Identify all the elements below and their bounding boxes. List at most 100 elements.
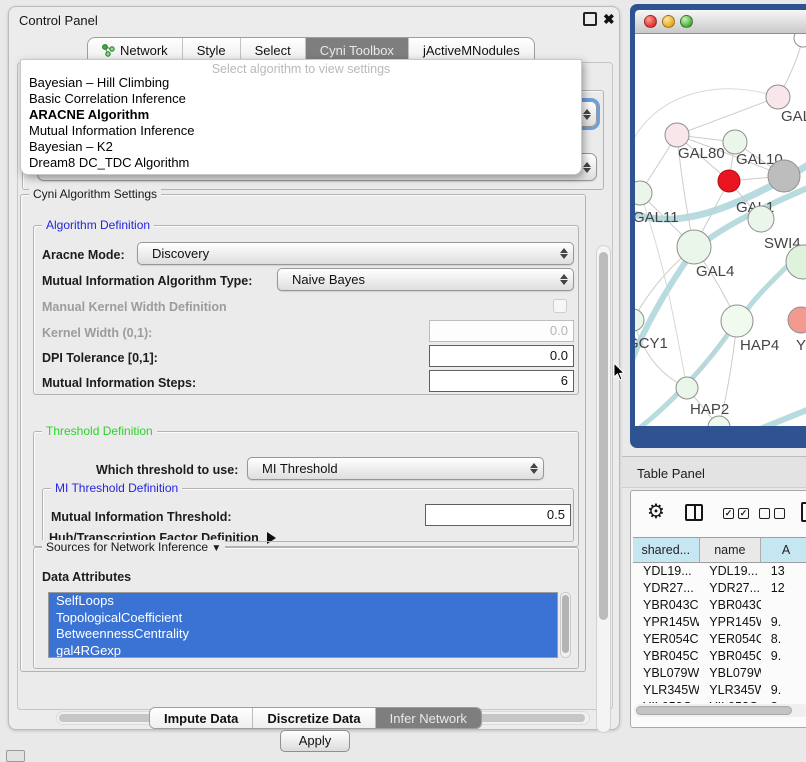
list-item[interactable]: BetweennessCentrality: [49, 626, 557, 643]
list-item[interactable]: SelfLoops: [49, 593, 557, 610]
table-row[interactable]: YDR27...YDR27...12: [633, 580, 806, 597]
network-view-window: GAL2GAL80GAL10GAL1GAL11SWI4GAL4GCY1HAP4Y…: [630, 4, 806, 448]
dropdown-item[interactable]: Bayesian – K2: [21, 139, 581, 155]
tab-label: Select: [255, 43, 291, 58]
table-row[interactable]: YLR345WYLR345W9.: [633, 682, 806, 699]
list-scrollbar[interactable]: [560, 592, 571, 658]
minimize-traffic-light[interactable]: [662, 15, 675, 28]
tab-infer-network[interactable]: Infer Network: [376, 708, 481, 728]
network-node-gal4[interactable]: [677, 230, 711, 264]
network-node-swi4[interactable]: [748, 206, 774, 232]
apply-button[interactable]: Apply: [280, 730, 350, 752]
sources-group: Sources for Network Inference ▼ Data Att…: [33, 547, 579, 669]
float-window-icon[interactable]: [583, 12, 597, 26]
mi-steps-field[interactable]: 6: [429, 370, 574, 392]
collapsed-panel-icon[interactable]: [6, 750, 25, 762]
combo-stepper-icon: [525, 463, 543, 474]
table-horizontal-scrollbar[interactable]: [634, 704, 806, 717]
column-header[interactable]: shared...: [633, 538, 700, 562]
network-node-gal11[interactable]: [635, 181, 652, 205]
algorithm-definition-group: Algorithm Definition Aracne Mode: Discov…: [33, 225, 579, 395]
mi-steps-label: Mutual Information Steps:: [42, 376, 196, 390]
zoom-traffic-light[interactable]: [680, 15, 693, 28]
algorithm-dropdown-list: Select algorithm to view settings Bayesi…: [20, 59, 582, 175]
dropdown-item[interactable]: Bayesian – Hill Climbing: [21, 75, 581, 91]
panel-title: Control Panel: [19, 13, 98, 28]
tab-label: Style: [197, 43, 226, 58]
deselect-all-checkbox-icon[interactable]: [759, 508, 770, 519]
table-row[interactable]: YBR045CYBR045C9.: [633, 648, 806, 665]
network-node-gal2[interactable]: [766, 85, 790, 109]
column-header[interactable]: A: [761, 538, 806, 562]
tab-discretize-data[interactable]: Discretize Data: [253, 708, 375, 728]
select-all-checkbox-icon[interactable]: ✓: [738, 508, 749, 519]
scrollbar-thumb[interactable]: [562, 595, 569, 653]
control-panel-titlebar: Control Panel ✖: [9, 7, 619, 33]
network-edge[interactable]: [635, 89, 778, 149]
scrollbar-thumb[interactable]: [636, 706, 792, 715]
network-node-unlabeled[interactable]: [794, 34, 806, 47]
list-item[interactable]: TopologicalCoefficient: [49, 610, 557, 627]
node-label: HAP2: [690, 401, 729, 418]
deselect-all-checkbox-icon[interactable]: [774, 508, 785, 519]
network-node-y[interactable]: [788, 307, 806, 333]
node-label: GAL80: [678, 145, 725, 162]
combo-stepper-icon: [555, 248, 573, 259]
dpi-tolerance-field[interactable]: 0.0: [429, 345, 574, 367]
dropdown-item[interactable]: Dream8 DC_TDC Algorithm: [21, 155, 581, 171]
which-threshold-combo[interactable]: MI Threshold: [247, 457, 544, 480]
table-row[interactable]: YPR145WYPR145W9.: [633, 614, 806, 631]
close-icon[interactable]: ✖: [603, 11, 615, 28]
network-edge[interactable]: [753, 406, 806, 426]
table-row[interactable]: YBL079WYBL079W: [633, 665, 806, 682]
close-traffic-light[interactable]: [644, 15, 657, 28]
network-window-titlebar[interactable]: [635, 10, 806, 34]
network-canvas[interactable]: GAL2GAL80GAL10GAL1GAL11SWI4GAL4GCY1HAP4Y…: [635, 34, 806, 426]
settings-vertical-scrollbar[interactable]: [596, 245, 611, 733]
network-node-gcy1[interactable]: [635, 309, 644, 331]
tab-impute-data[interactable]: Impute Data: [150, 708, 253, 728]
network-node-gal80[interactable]: [665, 123, 689, 147]
scrollbar-thumb[interactable]: [599, 252, 608, 620]
manual-kernel-label: Manual Kernel Width Definition: [42, 300, 227, 314]
table-row[interactable]: YIL052CYIL052C8: [633, 699, 806, 703]
mi-threshold-label: Mutual Information Threshold:: [51, 510, 232, 524]
mi-threshold-field[interactable]: 0.5: [425, 504, 571, 526]
table-row[interactable]: YER054CYER054C8.: [633, 631, 806, 648]
tab-label: Impute Data: [164, 711, 238, 726]
column-header[interactable]: name: [700, 538, 762, 562]
bottom-tab-bar: Impute Data Discretize Data Infer Networ…: [149, 707, 482, 729]
table-row[interactable]: YBR043CYBR043C: [633, 597, 806, 614]
dropdown-item[interactable]: Basic Correlation Inference: [21, 91, 581, 107]
column-selector-icon[interactable]: [685, 504, 703, 521]
control-panel-window: Control Panel ✖ Network Style Select Cyn…: [8, 6, 620, 730]
list-item[interactable]: gal4RGexp: [49, 643, 557, 659]
node-table: shared... name A YDL19...YDL19...13 YDR2…: [633, 537, 806, 703]
network-node-hap2[interactable]: [676, 377, 698, 399]
network-node-gal1[interactable]: [718, 170, 740, 192]
node-label: GCY1: [635, 335, 668, 352]
table-row[interactable]: YDL19...YDL19...13: [633, 563, 806, 580]
threshold-definition-group: Threshold Definition Which threshold to …: [33, 431, 579, 547]
group-title: MI Threshold Definition: [51, 481, 182, 495]
tab-label: Network: [120, 43, 168, 58]
dropdown-item[interactable]: Mutual Information Inference: [21, 123, 581, 139]
dropdown-item-selected[interactable]: ARACNE Algorithm: [21, 107, 581, 123]
combo-value: Discovery: [138, 246, 555, 261]
table-toolbar: ⚙ ✓ ✓: [631, 491, 806, 537]
group-title[interactable]: Sources for Network Inference ▼: [42, 540, 225, 554]
mi-type-combo[interactable]: Naive Bayes: [277, 268, 574, 291]
cyni-toolbox-panel: galFiltered.sif default node Select algo…: [17, 62, 613, 710]
network-edge[interactable]: [677, 97, 778, 135]
network-node-unlabeled[interactable]: [768, 160, 800, 192]
node-label: GAL11: [635, 209, 679, 226]
document-icon[interactable]: [801, 502, 806, 522]
network-node-hap4[interactable]: [721, 305, 753, 337]
mi-type-label: Mutual Information Algorithm Type:: [42, 274, 252, 288]
select-all-checkbox-icon[interactable]: ✓: [723, 508, 734, 519]
node-label: GAL4: [696, 263, 734, 280]
gear-icon[interactable]: ⚙: [647, 502, 665, 522]
dropdown-prompt: Select algorithm to view settings: [21, 60, 581, 75]
aracne-mode-combo[interactable]: Discovery: [137, 242, 574, 265]
mi-threshold-definition-group: MI Threshold Definition Mutual Informati…: [42, 488, 574, 542]
